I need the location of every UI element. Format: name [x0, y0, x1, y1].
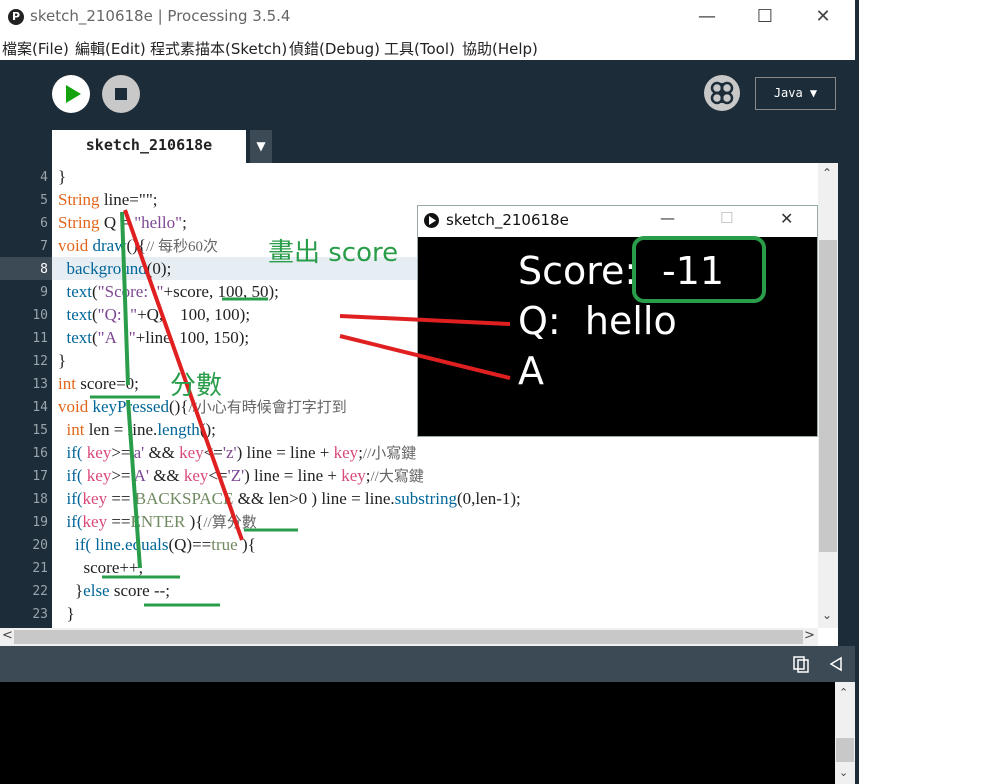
red-connector — [339, 334, 511, 380]
red-connector — [339, 314, 511, 326]
annotation-overlay — [90, 209, 766, 607]
green-connector — [120, 211, 130, 386]
green-connector — [126, 399, 142, 569]
annotation-draw-score: 畫出 score — [268, 238, 399, 268]
annotation-score-var: 分數 — [170, 371, 223, 401]
score-highlight-box — [632, 236, 766, 303]
